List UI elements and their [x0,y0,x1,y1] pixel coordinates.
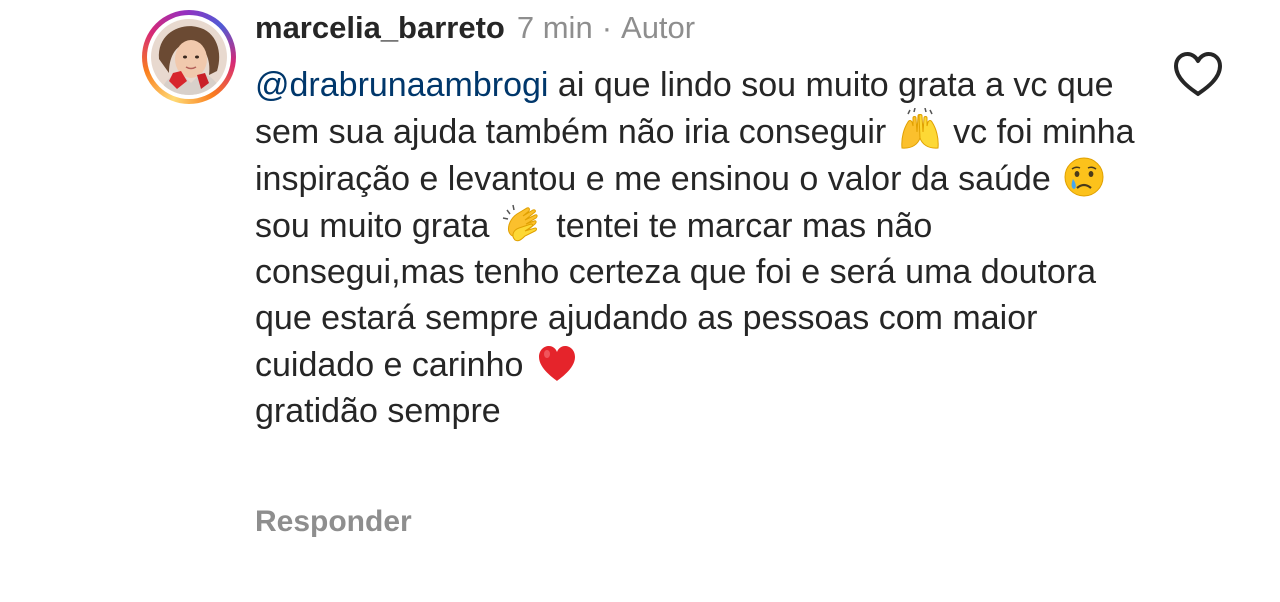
mention-link[interactable]: @drabrunaambrogi [255,66,548,104]
reply-button[interactable]: Responder [255,505,412,539]
comment-header: marcelia_barreto 7 min · Autor [255,8,695,48]
crying-face-emoji-icon [1064,157,1104,197]
avatar-story-ring[interactable] [142,10,236,104]
avatar-frame [147,15,231,99]
author-badge: Autor [621,10,696,45]
raising-hands-emoji-icon [900,108,939,149]
clapping-hands-emoji-icon [502,204,538,242]
meta-separator: · [601,10,613,45]
username[interactable]: marcelia_barreto [255,10,505,46]
comment-text-part-3: sou muito grata [255,207,490,245]
comment-text-part-5: gratidão sempre [255,392,501,430]
comment-text: @drabrunaambrogi ai que lindo sou muito … [255,62,1135,434]
comment-time: 7 min [516,10,593,45]
red-heart-emoji-icon [538,346,575,381]
avatar[interactable] [151,19,227,95]
heart-outline-icon[interactable] [1172,50,1224,98]
